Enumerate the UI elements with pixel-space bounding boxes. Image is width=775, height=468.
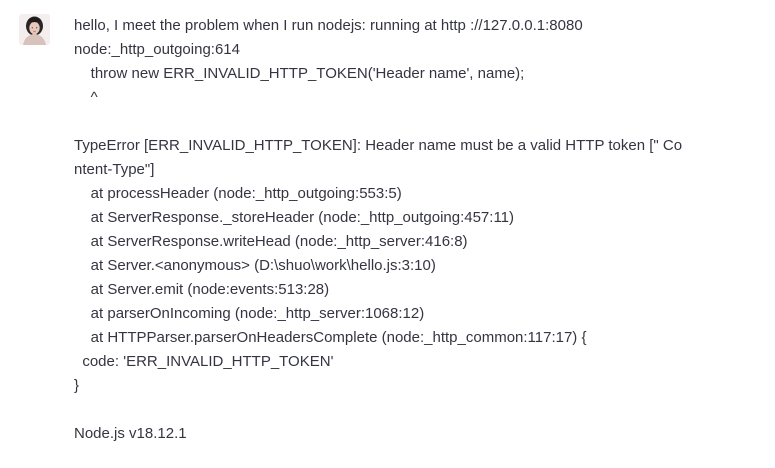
- message-line: }: [74, 377, 80, 394]
- message-line: ntent-Type"]: [74, 161, 155, 178]
- message-line: [74, 398, 714, 422]
- message-line: at ServerResponse.writeHead (node:_http_…: [74, 233, 468, 250]
- user-message: hello, I meet the problem when I run nod…: [74, 14, 714, 446]
- message-line: at Server.emit (node:events:513:28): [74, 281, 330, 298]
- message-line: code: 'ERR_INVALID_HTTP_TOKEN': [74, 353, 334, 370]
- message-line: ^: [74, 89, 98, 106]
- message-line: at ServerResponse._storeHeader (node:_ht…: [74, 209, 515, 226]
- message-line: Node.js v18.12.1: [74, 425, 187, 442]
- message-line: [74, 110, 714, 134]
- message-line: TypeError [ERR_INVALID_HTTP_TOKEN]: Head…: [74, 137, 683, 154]
- message-line: at Server.<anonymous> (D:\shuo\work\hell…: [74, 257, 436, 274]
- message-line: hello, I meet the problem when I run nod…: [74, 17, 583, 34]
- user-avatar: [19, 14, 50, 45]
- user-avatar-icon: [19, 14, 50, 45]
- message-line: at parserOnIncoming (node:_http_server:1…: [74, 305, 425, 322]
- message-line: at processHeader (node:_http_outgoing:55…: [74, 185, 402, 202]
- message-line: at HTTPParser.parserOnHeadersComplete (n…: [74, 329, 587, 346]
- message-line: node:_http_outgoing:614: [74, 41, 240, 58]
- message-line: throw new ERR_INVALID_HTTP_TOKEN('Header…: [74, 65, 525, 82]
